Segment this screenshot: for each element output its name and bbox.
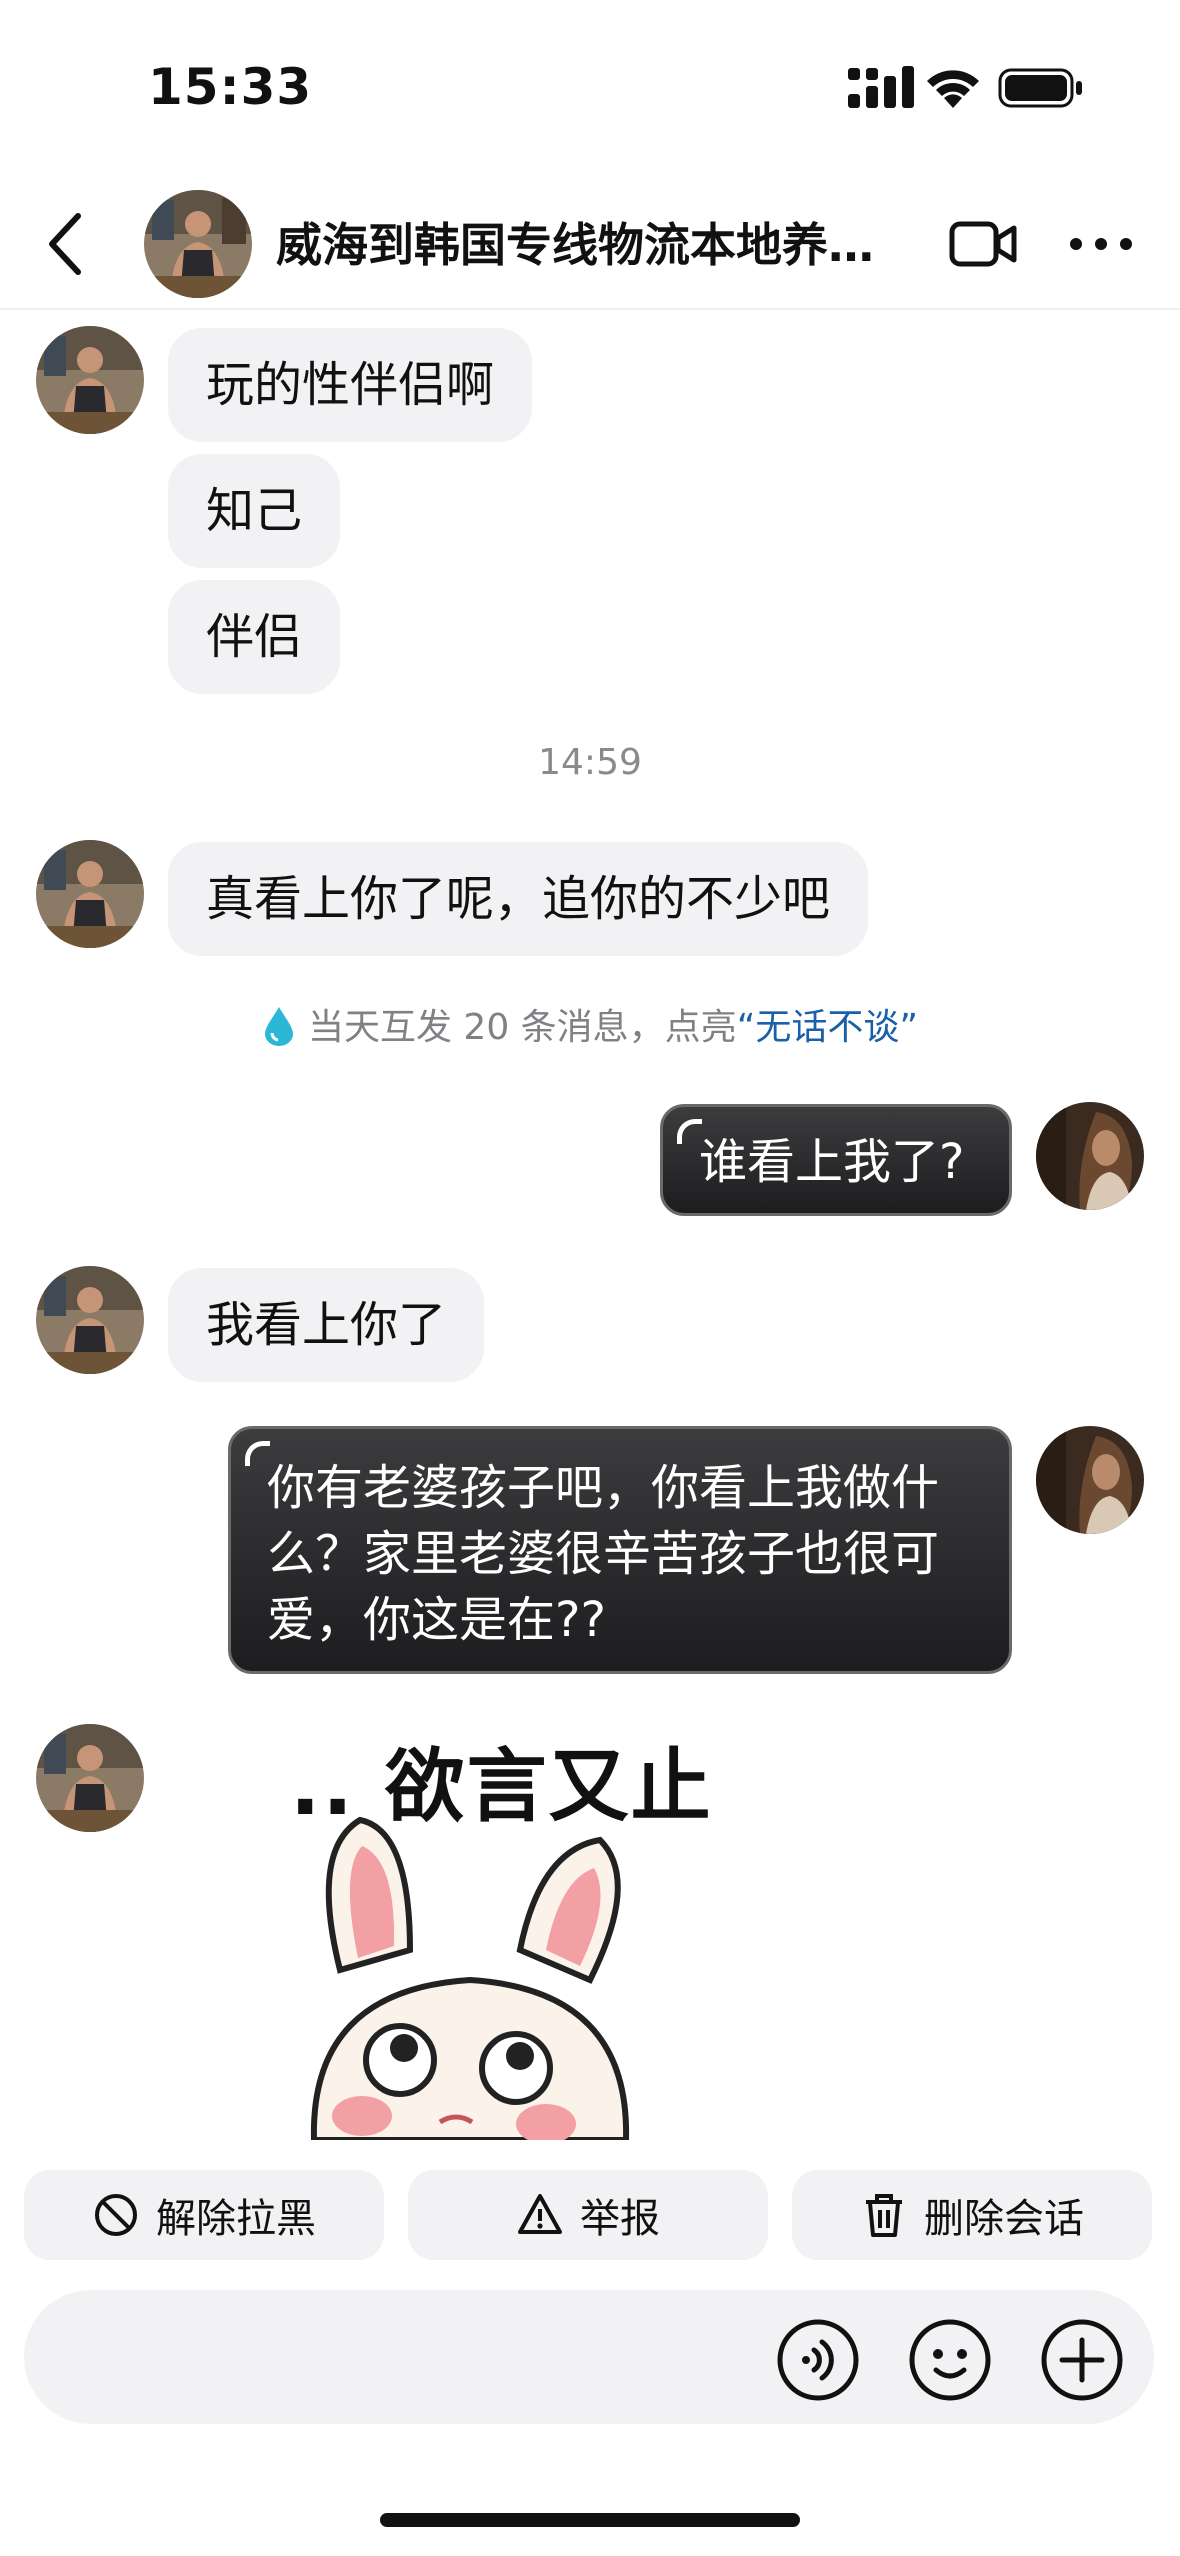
bubble-corner-decoration <box>245 1441 270 1466</box>
trash-icon <box>866 2194 902 2237</box>
block-icon <box>95 2194 137 2236</box>
my-message-bubble[interactable]: 你有老婆孩子吧，你看上我做什 么？家里老婆很辛苦孩子也很可 爱，你这是在?? <box>228 1426 1012 1674</box>
contact-avatar[interactable] <box>36 326 144 434</box>
cellular-signal-icon <box>848 66 914 108</box>
message-bubble[interactable]: 我看上你了 <box>168 1268 485 1382</box>
timestamp: 14:59 <box>538 742 642 783</box>
delete-conversation-button[interactable]: 删除会话 <box>792 2170 1152 2260</box>
hint-highlight[interactable]: “无话不谈” <box>737 1007 918 1048</box>
message-line: 你有老婆孩子吧，你看上我做什 <box>267 1460 940 1516</box>
contact-avatar[interactable] <box>144 190 252 298</box>
battery-icon <box>998 68 1082 108</box>
hint-text: 当天互发 20 条消息，点亮 <box>307 1007 737 1048</box>
my-message-bubble[interactable]: 谁看上我了? <box>660 1104 1012 1216</box>
my-avatar[interactable] <box>1036 1102 1144 1210</box>
home-indicator[interactable] <box>380 2513 800 2527</box>
report-label: 举报 <box>580 2196 660 2242</box>
plus-icon[interactable] <box>1040 2318 1124 2402</box>
voice-icon[interactable] <box>776 2318 860 2402</box>
unblock-label: 解除拉黑 <box>156 2196 316 2242</box>
water-drop-icon <box>264 1007 293 1046</box>
back-icon[interactable] <box>38 206 94 282</box>
message-bubble[interactable]: 真看上你了呢，追你的不少吧 <box>168 842 869 956</box>
more-icon[interactable] <box>1066 222 1136 266</box>
bubble-corner-decoration <box>677 1119 702 1144</box>
wifi-icon <box>927 70 979 108</box>
contact-avatar[interactable] <box>36 1724 144 1832</box>
report-button[interactable]: 举报 <box>408 2170 768 2260</box>
message-bubble[interactable]: 知己 <box>168 454 341 568</box>
streak-hint[interactable]: 当天互发 20 条消息，点亮“无话不谈” <box>0 1000 1180 1056</box>
message-line: 爱，你这是在?? <box>267 1592 606 1648</box>
warning-icon <box>518 2194 562 2234</box>
my-avatar[interactable] <box>1036 1426 1144 1534</box>
delete-label: 删除会话 <box>924 2196 1084 2242</box>
contact-avatar[interactable] <box>36 1266 144 1374</box>
chat-title[interactable]: 威海到韩国专线物流本地养貂… <box>276 214 916 276</box>
status-time: 15:33 <box>148 58 313 116</box>
video-call-icon[interactable] <box>948 214 1020 274</box>
emoji-icon[interactable] <box>908 2318 992 2402</box>
rabbit-sticker[interactable] <box>300 1790 640 2140</box>
contact-avatar[interactable] <box>36 840 144 948</box>
unblock-button[interactable]: 解除拉黑 <box>24 2170 384 2260</box>
message-text: 谁看上我了? <box>699 1134 965 1190</box>
message-bubble[interactable]: 伴侣 <box>168 580 341 694</box>
message-line: 么？家里老婆很辛苦孩子也很可 <box>267 1526 940 1582</box>
message-bubble[interactable]: 玩的性伴侣啊 <box>168 328 533 442</box>
